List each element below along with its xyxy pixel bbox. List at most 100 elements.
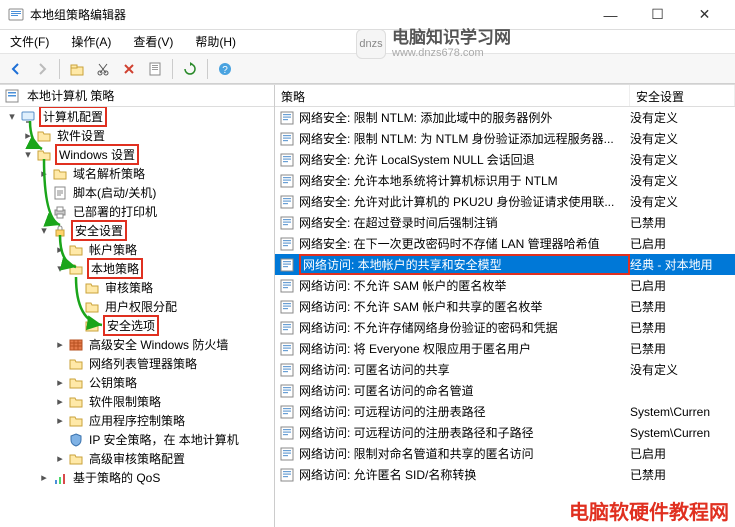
delete-button[interactable]	[117, 57, 141, 81]
policy-setting: 没有定义	[630, 130, 735, 147]
list-row[interactable]: 网络安全: 允许本地系统将计算机标识用于 NTLM没有定义	[275, 170, 735, 191]
policy-setting: 已启用	[630, 235, 735, 252]
forward-button[interactable]	[30, 57, 54, 81]
collapse-icon[interactable]: ▾	[36, 223, 52, 239]
tree-account-policy[interactable]: 帐户策略	[87, 241, 139, 258]
tree-policy-qos[interactable]: 基于策略的 QoS	[71, 469, 162, 486]
tree-body[interactable]: ▾ 计算机配置 ▸ 软件设置 ▾ Windows 设置 ▸ 域名解析策略 脚本(启动/关…	[0, 107, 274, 527]
policy-label: 网络访问: 不允许 SAM 帐户和共享的匿名枚举	[299, 298, 630, 315]
policy-item-icon	[279, 131, 295, 147]
tree-security-options[interactable]: 安全选项	[103, 315, 159, 336]
list-row[interactable]: 网络安全: 在超过登录时间后强制注销已禁用	[275, 212, 735, 233]
folder-icon	[68, 242, 84, 258]
policy-item-icon	[279, 215, 295, 231]
tree-pane: 本地计算机 策略 ▾ 计算机配置 ▸ 软件设置 ▾ Windows 设置 ▸ 域名解析策…	[0, 85, 275, 527]
collapse-icon[interactable]: ▾	[52, 261, 68, 277]
tree-computer-config[interactable]: 计算机配置	[39, 107, 107, 127]
menu-view[interactable]: 查看(V)	[129, 31, 177, 52]
list-row[interactable]: 网络访问: 可匿名访问的命名管道	[275, 380, 735, 401]
site-logo-overlay: dnzs 电脑知识学习网 www.dnzs678.com	[356, 24, 511, 64]
list-row[interactable]: 网络安全: 允许 LocalSystem NULL 会话回退没有定义	[275, 149, 735, 170]
properties-button[interactable]	[143, 57, 167, 81]
list-row[interactable]: 网络访问: 本地帐户的共享和安全模型经典 - 对本地用	[275, 254, 735, 275]
list-row[interactable]: 网络访问: 不允许 SAM 帐户和共享的匿名枚举已禁用	[275, 296, 735, 317]
tree-windows-firewall[interactable]: 高级安全 Windows 防火墙	[87, 336, 230, 353]
policy-root-icon	[4, 88, 20, 104]
refresh-button[interactable]	[178, 57, 202, 81]
list-body[interactable]: 网络安全: 限制 NTLM: 添加此域中的服务器例外没有定义网络安全: 限制 N…	[275, 107, 735, 527]
folder-icon	[36, 128, 52, 144]
tree-public-key[interactable]: 公钥策略	[87, 374, 139, 391]
policy-item-icon	[279, 236, 295, 252]
list-row[interactable]: 网络安全: 在下一次更改密码时不存储 LAN 管理器哈希值已启用	[275, 233, 735, 254]
menu-help[interactable]: 帮助(H)	[191, 31, 240, 52]
list-row[interactable]: 网络安全: 限制 NTLM: 为 NTLM 身份验证添加远程服务器...没有定义	[275, 128, 735, 149]
window-title: 本地组策略编辑器	[30, 6, 588, 23]
minimize-button[interactable]: —	[588, 1, 633, 29]
policy-setting: 经典 - 对本地用	[630, 256, 735, 273]
menu-action[interactable]: 操作(A)	[67, 31, 115, 52]
tree-audit-policy[interactable]: 审核策略	[103, 279, 155, 296]
close-button[interactable]: ✕	[682, 1, 727, 29]
list-row[interactable]: 网络访问: 允许匿名 SID/名称转换已禁用	[275, 464, 735, 485]
menu-file[interactable]: 文件(F)	[6, 31, 53, 52]
tree-header: 本地计算机 策略	[0, 85, 274, 107]
policy-label: 网络访问: 可远程访问的注册表路径	[299, 403, 630, 420]
expand-icon[interactable]: ▸	[52, 337, 68, 353]
tree-dns-policy[interactable]: 域名解析策略	[71, 165, 147, 182]
folder-icon	[68, 413, 84, 429]
expand-icon[interactable]: ▸	[52, 451, 68, 467]
tree-adv-audit[interactable]: 高级审核策略配置	[87, 450, 187, 467]
tree-netlist-mgr[interactable]: 网络列表管理器策略	[87, 355, 199, 372]
expand-icon[interactable]: ▸	[52, 375, 68, 391]
tree-root-label: 本地计算机 策略	[27, 87, 114, 104]
list-row[interactable]: 网络访问: 限制对命名管道和共享的匿名访问已启用	[275, 443, 735, 464]
col-policy[interactable]: 策略	[275, 85, 630, 106]
back-button[interactable]	[4, 57, 28, 81]
folder-icon	[68, 451, 84, 467]
tree-windows-settings[interactable]: Windows 设置	[55, 144, 139, 165]
list-row[interactable]: 网络访问: 将 Everyone 权限应用于匿名用户已禁用	[275, 338, 735, 359]
policy-setting: System\Curren	[630, 426, 735, 440]
collapse-icon[interactable]: ▾	[4, 109, 20, 125]
help-button[interactable]: ?	[213, 57, 237, 81]
expand-icon[interactable]: ▸	[52, 413, 68, 429]
list-row[interactable]: 网络安全: 限制 NTLM: 添加此域中的服务器例外没有定义	[275, 107, 735, 128]
up-button[interactable]	[65, 57, 89, 81]
maximize-button[interactable]: ☐	[635, 1, 680, 29]
tree-scripts[interactable]: 脚本(启动/关机)	[71, 184, 158, 201]
expand-icon[interactable]: ▸	[52, 394, 68, 410]
collapse-icon[interactable]: ▾	[20, 147, 36, 163]
list-row[interactable]: 网络安全: 允许对此计算机的 PKU2U 身份验证请求使用联...没有定义	[275, 191, 735, 212]
tree-ip-sec[interactable]: IP 安全策略，在 本地计算机	[87, 431, 241, 448]
policy-item-icon	[279, 194, 295, 210]
list-row[interactable]: 网络访问: 不允许 SAM 帐户的匿名枚举已启用	[275, 275, 735, 296]
policy-label: 网络安全: 允许 LocalSystem NULL 会话回退	[299, 151, 630, 168]
list-row[interactable]: 网络访问: 可远程访问的注册表路径System\Curren	[275, 401, 735, 422]
policy-setting: 没有定义	[630, 172, 735, 189]
expand-icon[interactable]: ▸	[36, 166, 52, 182]
tree-local-policy[interactable]: 本地策略	[87, 258, 143, 279]
policy-item-icon	[279, 299, 295, 315]
separator-icon	[172, 59, 173, 79]
expand-icon[interactable]: ▸	[36, 470, 52, 486]
col-setting[interactable]: 安全设置	[630, 85, 735, 106]
tree-app-control[interactable]: 应用程序控制策略	[87, 412, 187, 429]
policy-label: 网络安全: 允许本地系统将计算机标识用于 NTLM	[299, 172, 630, 189]
list-row[interactable]: 网络访问: 不允许存储网络身份验证的密码和凭据已禁用	[275, 317, 735, 338]
tree-user-rights[interactable]: 用户权限分配	[103, 298, 179, 315]
policy-item-icon	[279, 425, 295, 441]
list-row[interactable]: 网络访问: 可匿名访问的共享没有定义	[275, 359, 735, 380]
policy-label: 网络安全: 限制 NTLM: 添加此域中的服务器例外	[299, 109, 630, 126]
lock-icon	[52, 223, 68, 239]
tree-software-restrict[interactable]: 软件限制策略	[87, 393, 163, 410]
policy-label: 网络安全: 在下一次更改密码时不存储 LAN 管理器哈希值	[299, 235, 630, 252]
expand-icon[interactable]: ▸	[20, 128, 36, 144]
expand-icon[interactable]: ▸	[52, 242, 68, 258]
tree-security-settings[interactable]: 安全设置	[71, 220, 127, 241]
tree-deployed-printers[interactable]: 已部署的打印机	[71, 203, 159, 220]
list-row[interactable]: 网络访问: 可远程访问的注册表路径和子路径System\Curren	[275, 422, 735, 443]
policy-setting: 已启用	[630, 277, 735, 294]
tree-software-settings[interactable]: 软件设置	[55, 127, 107, 144]
cut-button[interactable]	[91, 57, 115, 81]
